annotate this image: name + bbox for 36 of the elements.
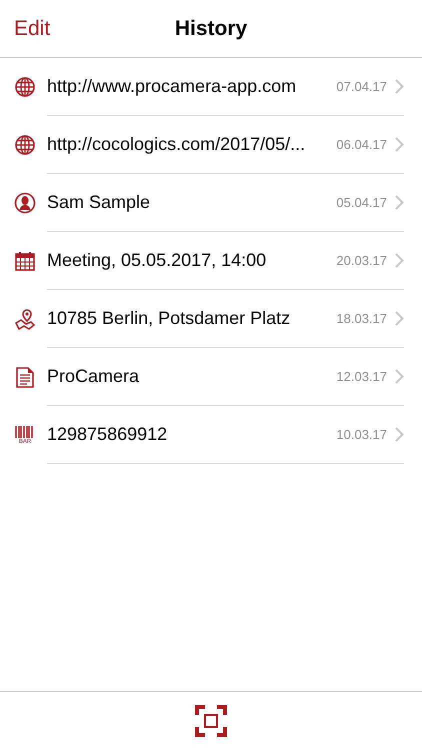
history-row[interactable]: Sam Sample 05.04.17 (0, 174, 422, 232)
map-pin-icon (14, 308, 36, 330)
history-row[interactable]: http://www.procamera-app.com 07.04.17 (0, 58, 422, 116)
history-row[interactable]: Meeting, 05.05.2017, 14:00 20.03.17 (0, 232, 422, 290)
item-date: 06.04.17 (336, 136, 387, 154)
chevron-icon (395, 253, 404, 268)
globe-icon (14, 76, 36, 98)
globe-icon (14, 134, 36, 156)
calendar-icon (14, 250, 36, 272)
item-date: 20.03.17 (336, 252, 387, 270)
screen-title: History (174, 16, 248, 42)
scan-icon[interactable] (195, 705, 227, 737)
edit-button[interactable]: Edit (14, 12, 50, 44)
chevron-icon (395, 311, 404, 326)
document-icon (14, 366, 36, 388)
item-title: 10785 Berlin, Potsdamer Platz (47, 307, 292, 330)
item-title: ProCamera (47, 365, 140, 388)
item-title: http://www.procamera-app.com (47, 75, 298, 98)
item-title: http://cocologics.com/2017/05/... (47, 133, 306, 156)
item-date: 10.03.17 (336, 426, 387, 444)
history-row[interactable]: 10785 Berlin, Potsdamer Platz 18.03.17 (0, 290, 422, 348)
item-date: 07.04.17 (336, 78, 387, 96)
chevron-icon (395, 195, 404, 210)
item-title: 129875869912 (47, 423, 168, 446)
item-date: 12.03.17 (336, 368, 387, 386)
chevron-icon (395, 137, 404, 152)
chevron-icon (395, 369, 404, 384)
person-icon (14, 192, 36, 214)
history-row[interactable]: http://cocologics.com/2017/05/... 06.04.17 (0, 116, 422, 174)
item-date: 18.03.17 (336, 310, 387, 328)
item-title: Meeting, 05.05.2017, 14:00 (47, 249, 268, 272)
history-row[interactable]: ProCamera 12.03.17 (0, 348, 422, 406)
chevron-icon (395, 79, 404, 94)
item-date: 05.04.17 (336, 194, 387, 212)
item-title: Sam Sample (47, 191, 152, 214)
chevron-icon (395, 427, 404, 442)
